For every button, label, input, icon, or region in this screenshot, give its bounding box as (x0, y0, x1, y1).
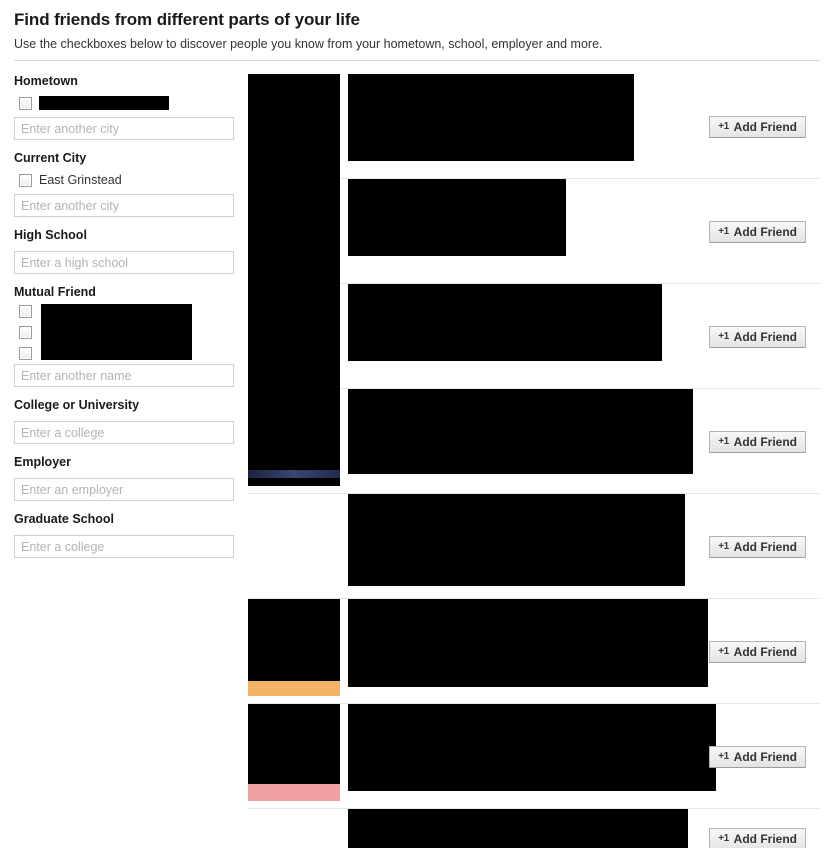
add-friend-button[interactable]: +1 Add Friend (709, 431, 806, 453)
filter-group-title: Graduate School (14, 512, 115, 526)
page-columns: Hometown Current City East Grinstead High S… (0, 74, 834, 848)
page-subtitle: Use the checkboxes below to discover peo… (14, 37, 603, 51)
person-add-icon: +1 (718, 226, 729, 237)
filter-checkbox[interactable] (19, 96, 32, 110)
filter-group-college-or-university: College or University (14, 398, 240, 444)
filter-input-graduate-school[interactable] (14, 535, 234, 558)
friend-suggestion-row: +1 Add Friend (248, 809, 820, 848)
filter-group-title: College or University (14, 398, 140, 412)
find-friends-page: Find friends from different parts of you… (0, 0, 834, 848)
profile-photo[interactable] (248, 599, 340, 696)
filter-checkbox-row[interactable] (19, 93, 240, 113)
add-friend-button-label: Add Friend (733, 435, 797, 449)
filter-group-high-school: High School (14, 228, 240, 274)
add-friend-button-label: Add Friend (733, 645, 797, 659)
filter-checkbox[interactable] (19, 326, 32, 339)
filter-input-college-or-university[interactable] (14, 421, 234, 444)
add-friend-button[interactable]: +1 Add Friend (709, 116, 806, 138)
person-add-icon: +1 (718, 541, 729, 552)
redacted-friend-name (348, 284, 662, 361)
filter-group-hometown: Hometown (14, 74, 240, 140)
person-add-icon: +1 (718, 833, 729, 844)
add-friend-button[interactable]: +1 Add Friend (709, 828, 806, 848)
redacted-friend-name (348, 389, 693, 474)
filter-group-title: High School (14, 228, 87, 242)
add-friend-button-label: Add Friend (733, 330, 797, 344)
redacted-friend-name (348, 494, 685, 586)
filter-input-employer[interactable] (14, 478, 234, 501)
filter-checkbox-row[interactable]: East Grinstead (19, 170, 240, 190)
profile-photo[interactable] (248, 704, 340, 801)
add-friend-button[interactable]: +1 Add Friend (709, 221, 806, 243)
redacted-filter-label (39, 96, 169, 110)
add-friend-button[interactable]: +1 Add Friend (709, 326, 806, 348)
filter-group-current-city: Current City East Grinstead (14, 151, 240, 217)
mutual-friend-checkbox-cluster (19, 304, 240, 360)
filter-group-mutual-friend: Mutual Friend (14, 285, 240, 387)
filter-checkbox-label: East Grinstead (39, 172, 122, 187)
redacted-friend-name (348, 179, 566, 256)
filter-checkbox[interactable] (19, 305, 32, 318)
friend-suggestion-row: +1 Add Friend (248, 599, 820, 704)
redacted-profile-photo-column (248, 78, 340, 482)
friend-suggestion-row: +1 Add Friend (248, 704, 820, 809)
person-add-icon: +1 (718, 646, 729, 657)
redacted-profile-photo (248, 599, 340, 681)
page-header: Find friends from different parts of you… (0, 0, 834, 52)
person-add-icon: +1 (718, 331, 729, 342)
filters-sidebar: Hometown Current City East Grinstead High S… (14, 74, 240, 569)
add-friend-button-label: Add Friend (733, 832, 797, 846)
add-friend-button-label: Add Friend (733, 750, 797, 764)
add-friend-button[interactable]: +1 Add Friend (709, 641, 806, 663)
page-title: Find friends from different parts of you… (14, 10, 360, 29)
filter-input-mutual-friend[interactable] (14, 364, 234, 387)
redacted-friend-name (348, 74, 634, 161)
redacted-profile-photo (248, 704, 340, 784)
filter-checkbox[interactable] (19, 173, 32, 187)
redacted-friend-name (348, 599, 708, 687)
add-friend-button-label: Add Friend (733, 120, 797, 134)
filter-group-title: Mutual Friend (14, 285, 96, 299)
filter-group-graduate-school: Graduate School (14, 512, 240, 558)
add-friend-button[interactable]: +1 Add Friend (709, 746, 806, 768)
add-friend-button[interactable]: +1 Add Friend (709, 536, 806, 558)
add-friend-button-label: Add Friend (733, 540, 797, 554)
filter-checkbox[interactable] (19, 347, 32, 360)
redacted-friend-names (41, 304, 192, 360)
filter-group-title: Employer (14, 455, 71, 469)
redacted-friend-name (348, 809, 688, 848)
redacted-friend-name (348, 704, 716, 791)
person-add-icon: +1 (718, 751, 729, 762)
person-add-icon: +1 (718, 121, 729, 132)
profile-photo-sliver (248, 470, 340, 478)
friend-suggestion-row: +1 Add Friend (248, 494, 820, 599)
filter-input-high-school[interactable] (14, 251, 234, 274)
filter-input-hometown[interactable] (14, 117, 234, 140)
filter-group-title: Current City (14, 151, 87, 165)
header-divider (14, 60, 820, 61)
filter-group-employer: Employer (14, 455, 240, 501)
person-add-icon: +1 (718, 436, 729, 447)
filter-group-title: Hometown (14, 74, 78, 88)
add-friend-button-label: Add Friend (733, 225, 797, 239)
filter-input-current-city[interactable] (14, 194, 234, 217)
